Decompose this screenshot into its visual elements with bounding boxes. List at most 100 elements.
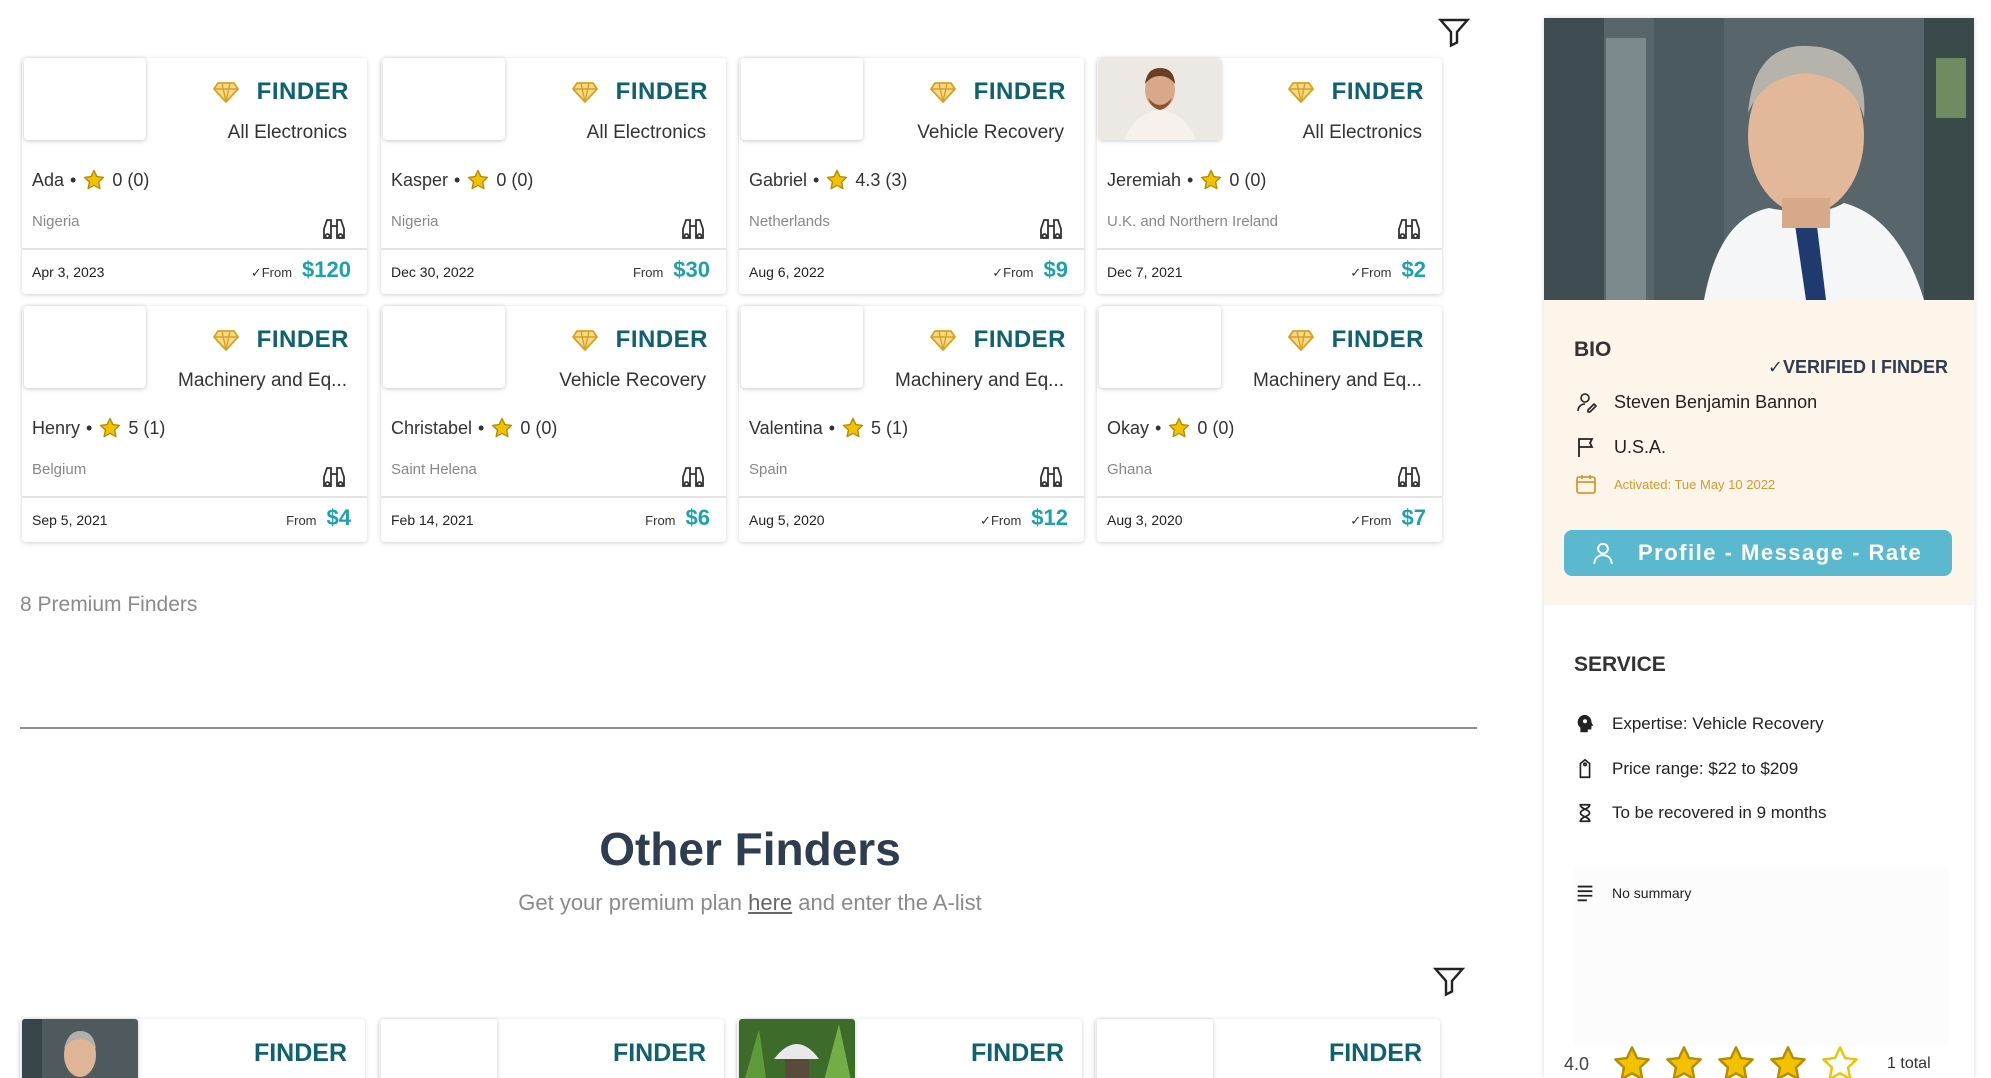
price-from-label: ✓From xyxy=(980,513,1022,528)
finder-photo-placeholder xyxy=(383,306,505,388)
finder-name-rating: Gabriel • 4.3 (3) xyxy=(749,168,907,192)
star-filled-icon xyxy=(1770,1046,1806,1078)
card-divider xyxy=(739,496,1084,498)
separator-dot: • xyxy=(86,417,93,438)
finder-name-rating: Ada • 0 (0) xyxy=(32,168,149,192)
card-divider xyxy=(739,248,1084,250)
finder-name: Ada xyxy=(32,169,65,190)
brain-head-icon xyxy=(1577,714,1594,733)
finder-date: Aug 6, 2022 xyxy=(749,264,825,280)
binoculars-icon[interactable] xyxy=(678,461,708,491)
other-finder-card[interactable]: FINDER xyxy=(737,1019,1082,1078)
rating-stars[interactable] xyxy=(1611,1043,1871,1078)
country-row: U.S.A. xyxy=(1574,435,1666,459)
expertise-row: Expertise: Vehicle Recovery xyxy=(1574,713,1824,735)
separator-dot: • xyxy=(454,169,461,190)
binoculars-icon[interactable] xyxy=(678,213,708,243)
summary-box: No summary xyxy=(1574,866,1949,1046)
finder-card[interactable]: FINDER Machinery and Eq... Valentina • 5 (1)… xyxy=(739,306,1084,542)
filter-icon[interactable] xyxy=(1436,14,1472,50)
finder-badge-label: FINDER xyxy=(1331,326,1424,353)
other-finder-card[interactable]: FINDER xyxy=(1095,1019,1440,1078)
finder-country: Nigeria xyxy=(32,213,80,230)
finder-card[interactable]: FINDER Machinery and Eq... Henry • 5 (1) Belg… xyxy=(22,306,367,542)
finder-price: ✓From $7 xyxy=(1350,505,1426,531)
price-amount: $2 xyxy=(1401,257,1426,282)
finder-badge-label: FINDER xyxy=(1331,78,1424,105)
finder-badge-label: FINDER xyxy=(615,326,708,353)
verified-finder-badge: ✓VERIFIED I FINDER xyxy=(1767,357,1948,377)
premium-plan-link[interactable]: here xyxy=(748,890,792,915)
finder-photo-placeholder xyxy=(741,58,863,140)
price-from-label: ✓From xyxy=(1350,265,1392,280)
summary-text: No summary xyxy=(1612,885,1692,901)
price-amount: $30 xyxy=(673,257,710,282)
finder-card[interactable]: FINDER Vehicle Recovery Gabriel • 4.3 (3) Net… xyxy=(739,58,1084,294)
binoculars-icon[interactable] xyxy=(1394,461,1424,491)
calendar-icon xyxy=(1576,475,1596,494)
finder-badge-label: FINDER xyxy=(615,78,708,105)
card-divider xyxy=(1097,248,1442,250)
finder-card[interactable]: FINDER All Electronics Kasper • 0 (0) Nigeria… xyxy=(381,58,726,294)
finder-category: All Electronics xyxy=(1302,122,1422,143)
profile-message-rate-button[interactable]: Profile - Message - Rate xyxy=(1564,530,1952,576)
card-divider xyxy=(22,496,367,498)
hourglass-icon xyxy=(1579,803,1591,823)
binoculars-icon[interactable] xyxy=(1394,213,1424,243)
other-finder-card[interactable]: FINDER xyxy=(20,1019,365,1078)
finder-date: Dec 30, 2022 xyxy=(391,264,475,280)
star-filled-icon xyxy=(1718,1046,1754,1078)
star-filled-icon xyxy=(1666,1046,1702,1078)
finder-card[interactable]: FINDER All Electronics Ada • 0 (0) Nigeria Apr… xyxy=(22,58,367,294)
price-from-label: From xyxy=(632,265,664,280)
star-icon xyxy=(468,169,489,190)
price-amount: $120 xyxy=(302,257,351,282)
other-finders-subtitle: Get your premium plan here and enter the… xyxy=(0,890,1500,916)
finder-price: From $4 xyxy=(286,505,351,531)
diamond-icon xyxy=(1287,330,1314,351)
diamond-icon xyxy=(1287,82,1314,103)
price-tag-icon xyxy=(1579,758,1591,779)
finder-badge-label: FINDER xyxy=(973,326,1066,353)
filter-icon[interactable] xyxy=(1431,963,1467,999)
separator-dot: • xyxy=(813,169,820,190)
binoculars-icon[interactable] xyxy=(1036,213,1066,243)
finder-name-rating: Henry • 5 (1) xyxy=(32,416,165,440)
finder-rating: 4.3 (3) xyxy=(855,169,908,190)
finder-label: FINDER xyxy=(253,1039,347,1067)
finder-category: All Electronics xyxy=(227,122,347,143)
price-amount: $6 xyxy=(685,505,710,530)
finder-name-rating: Christabel • 0 (0) xyxy=(391,416,557,440)
finder-badge: FINDER xyxy=(212,78,349,106)
finder-card[interactable]: FINDER Vehicle Recovery Christabel • 0 (0) S… xyxy=(381,306,726,542)
finder-badge-label: FINDER xyxy=(973,78,1066,105)
finders-list: FINDER All Electronics Ada • 0 (0) Nigeria Apr… xyxy=(0,0,1500,1078)
finder-country: U.K. and Northern Ireland xyxy=(1107,213,1278,230)
finder-badge: FINDER xyxy=(1287,326,1424,354)
finder-card[interactable]: FINDER All Electronics Jeremiah • 0 (0) U.K. … xyxy=(1097,58,1442,294)
rating-value: 4.0 xyxy=(1564,1053,1590,1074)
finder-date: Dec 7, 2021 xyxy=(1107,264,1183,280)
card-divider xyxy=(381,496,726,498)
binoculars-icon[interactable] xyxy=(319,213,349,243)
recovery-time: To be recovered in 9 months xyxy=(1612,803,1827,822)
separator-dot: • xyxy=(70,169,77,190)
price-amount: $7 xyxy=(1401,505,1426,530)
finder-photo xyxy=(739,1019,855,1078)
action-button-label: Profile - Message - Rate xyxy=(1638,540,1923,565)
finder-badge: FINDER xyxy=(1287,78,1424,106)
price-amount: $12 xyxy=(1031,505,1068,530)
finder-card[interactable]: FINDER Machinery and Eq... Okay • 0 (0) Ghan… xyxy=(1097,306,1442,542)
finder-category: Vehicle Recovery xyxy=(917,122,1064,143)
binoculars-icon[interactable] xyxy=(319,461,349,491)
diamond-icon xyxy=(212,330,239,351)
separator-dot: • xyxy=(828,417,836,438)
other-finder-card[interactable]: FINDER xyxy=(379,1019,724,1078)
price-from-label: From xyxy=(645,513,676,528)
finder-name-rating: Kasper • 0 (0) xyxy=(391,168,533,192)
separator-dot: • xyxy=(478,417,485,438)
flag-icon xyxy=(1578,438,1594,457)
finder-country: Belgium xyxy=(32,461,87,478)
finder-price: From $6 xyxy=(645,505,710,531)
binoculars-icon[interactable] xyxy=(1036,461,1066,491)
